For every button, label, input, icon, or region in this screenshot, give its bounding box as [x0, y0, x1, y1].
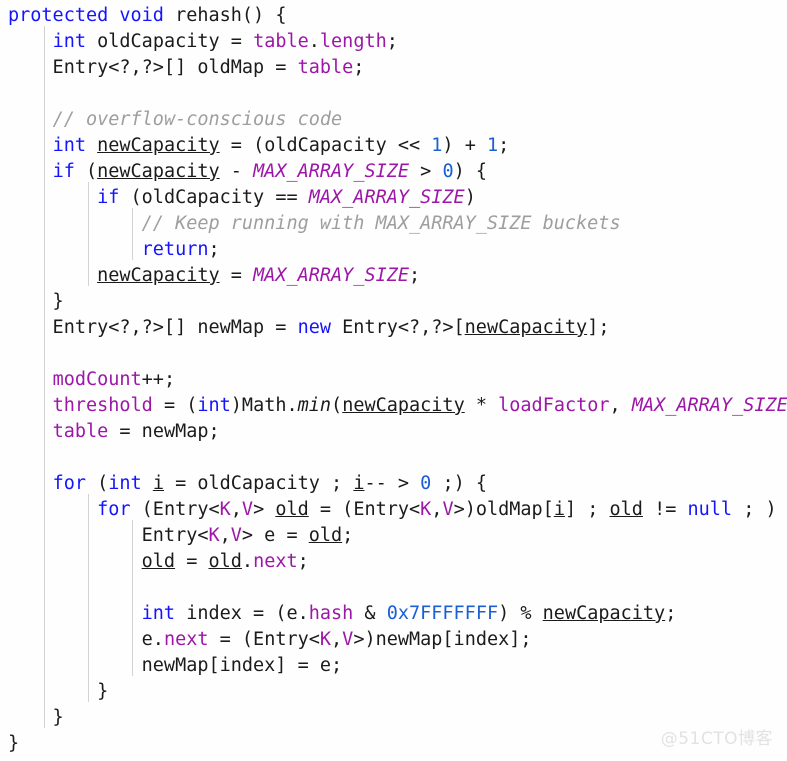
- code-line: Entry<?,?>[] newMap = new Entry<?,?>[new…: [8, 317, 610, 338]
- code-line: }: [8, 291, 64, 312]
- code-line: // Keep running with MAX_ARRAY_SIZE buck…: [141, 213, 621, 234]
- code-line: return;: [141, 239, 220, 260]
- code-line: table = newMap;: [52, 421, 220, 442]
- code-viewer[interactable]: protected void rehash() { int oldCapacit…: [0, 0, 787, 761]
- code-content[interactable]: protected void rehash() { int oldCapacit…: [0, 0, 787, 757]
- code-line: int newCapacity = (oldCapacity << 1) + 1…: [52, 135, 510, 156]
- code-line: Entry<K,V> e = old;: [8, 525, 354, 546]
- code-line: newMap[index] = e;: [8, 655, 343, 676]
- code-line: modCount++;: [52, 369, 176, 390]
- code-line: threshold = (int)Math.min(newCapacity * …: [52, 395, 787, 416]
- code-line: Entry<?,?>[] oldMap = table;: [8, 57, 365, 78]
- code-line: for (Entry<K,V> old = (Entry<K,V>)oldMap…: [97, 499, 777, 520]
- code-line: if (newCapacity - MAX_ARRAY_SIZE > 0) {: [52, 161, 487, 182]
- code-line: if (oldCapacity == MAX_ARRAY_SIZE): [97, 187, 476, 208]
- code-line: e.next = (Entry<K,V>)newMap[index];: [8, 629, 532, 650]
- watermark: @51CTO博客: [660, 729, 773, 749]
- code-line: newCapacity = MAX_ARRAY_SIZE;: [97, 265, 421, 286]
- code-line: int oldCapacity = table.length;: [52, 31, 398, 52]
- code-line: protected void rehash() {: [8, 5, 287, 26]
- code-line: int index = (e.hash & 0x7FFFFFFF) % newC…: [141, 603, 677, 624]
- code-line: for (int i = oldCapacity ; i-- > 0 ;) {: [52, 473, 488, 494]
- code-line: }: [8, 681, 109, 702]
- code-line: old = old.next;: [141, 551, 309, 572]
- code-line: // overflow-conscious code: [52, 109, 343, 130]
